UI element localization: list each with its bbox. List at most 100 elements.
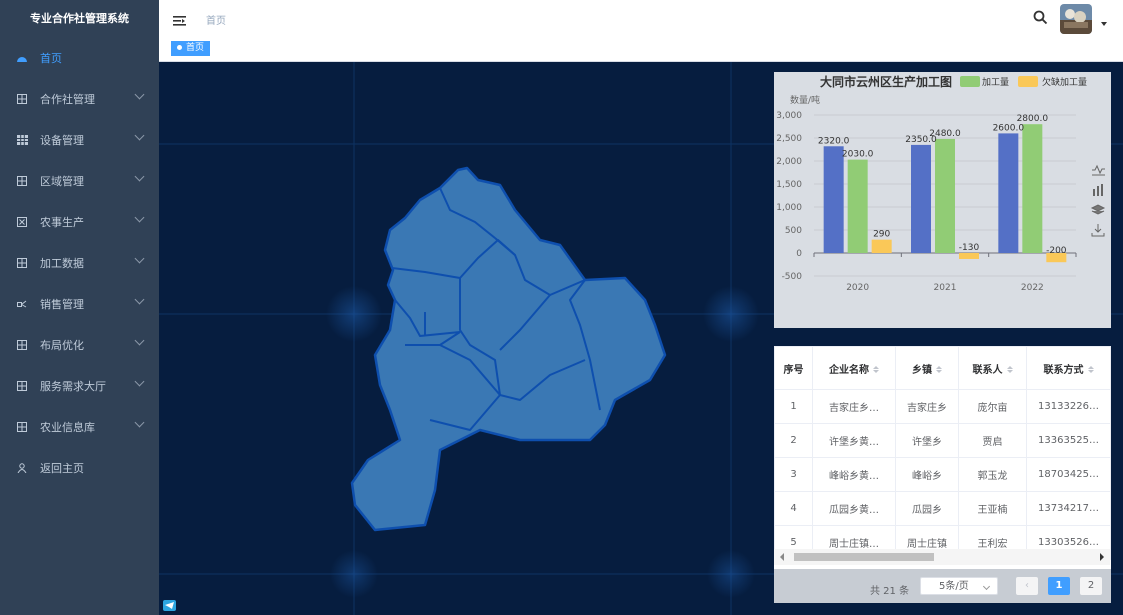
column-header: 序号: [774, 346, 813, 390]
enterprise-table-panel: 序号 企业名称 乡镇 联系人 联系方式 1 吉家庄乡… 吉家庄乡 庞尔亩 13133226… 2 许…: [774, 346, 1111, 603]
grid-icon: [16, 421, 28, 433]
enterprise-table: 序号 企业名称 乡镇 联系人 联系方式 1 吉家庄乡… 吉家庄乡 庞尔亩 13133226… 2 许…: [774, 346, 1111, 560]
table-cell: 峰峪乡: [895, 457, 959, 492]
sort-icon[interactable]: [1006, 366, 1013, 373]
column-header[interactable]: 联系人: [958, 346, 1027, 390]
table-cell: 18703425…: [1026, 457, 1111, 492]
table-row[interactable]: 4 瓜园乡黄… 瓜园乡 王亚楠 13734217…: [774, 491, 1111, 526]
breadcrumb[interactable]: 首页: [206, 12, 226, 27]
sidebar-item-5[interactable]: 加工数据: [0, 242, 159, 283]
bar-1-1[interactable]: [935, 138, 955, 253]
table-row[interactable]: 2 许堡乡黄… 许堡乡 贾启 13363525…: [774, 423, 1111, 458]
sort-icon[interactable]: [873, 366, 879, 373]
sidebar-item-9[interactable]: 农业信息库: [0, 406, 159, 447]
grid-icon: [16, 257, 28, 269]
bar-chart: 大同市云州区生产加工图 加工量 欠缺加工量 数量/吨 -500 0 500 1,000…: [776, 74, 1106, 293]
sidebar: 专业合作社管理系统 首页 合作社管理设备管理区域管理农事生产加工数据销售管理 布局优…: [0, 0, 159, 615]
page-button-1[interactable]: 1: [1048, 577, 1070, 595]
table-row[interactable]: 3 峰峪乡黄… 峰峪乡 郭玉龙 18703425…: [774, 457, 1111, 492]
sidebar-item-label: 加工数据: [40, 256, 84, 270]
tag-home-label: 首页: [186, 43, 205, 53]
tag-home[interactable]: 首页: [171, 41, 211, 56]
column-header-label: 乡镇: [912, 364, 932, 376]
legend-swatch-processing[interactable]: [960, 76, 980, 87]
sort-icon[interactable]: [936, 366, 942, 373]
stack-icon[interactable]: [1090, 204, 1106, 215]
column-header[interactable]: 联系方式: [1026, 346, 1111, 390]
sidebar-item-6[interactable]: 销售管理: [0, 283, 159, 324]
scroll-right-icon[interactable]: [1100, 553, 1104, 561]
sort-icon[interactable]: [1087, 366, 1094, 373]
bar-2-1[interactable]: [959, 253, 979, 259]
column-header-label: 联系方式: [1043, 364, 1084, 376]
sidebar-item-10[interactable]: 返回主页: [0, 447, 159, 488]
tags-view: 首页: [159, 38, 1123, 62]
table-cell: 峰峪乡黄…: [812, 457, 896, 492]
data-label: 2600.0: [993, 123, 1025, 133]
dashboard-icon: [16, 52, 28, 64]
bar-2-0[interactable]: [871, 239, 892, 253]
scrollbar-thumb[interactable]: [794, 553, 934, 561]
sidebar-item-3[interactable]: 区域管理: [0, 160, 159, 201]
scroll-left-icon[interactable]: [780, 553, 784, 561]
bar-1-0[interactable]: [847, 159, 868, 253]
column-header[interactable]: 乡镇: [895, 346, 959, 390]
sidebar-item-label: 设备管理: [40, 133, 84, 147]
bar-0-2[interactable]: [998, 133, 1019, 253]
table-cell: 3: [774, 457, 813, 492]
avatar[interactable]: [1060, 4, 1092, 34]
table-cell: 13363525…: [1026, 423, 1111, 458]
bar-0-0[interactable]: [823, 146, 844, 253]
y-tick-label: 1,500: [776, 180, 802, 190]
prev-page-button[interactable]: ‹: [1016, 577, 1038, 595]
data-label: 2800.0: [1017, 114, 1049, 124]
app-title: 专业合作社管理系统: [30, 12, 129, 25]
user-icon: [16, 462, 28, 474]
table-cell: 贾启: [958, 423, 1027, 458]
grid-icon: [16, 175, 28, 187]
legend-label-shortfall[interactable]: 欠缺加工量: [1042, 76, 1087, 88]
caret-down-icon[interactable]: [1101, 22, 1107, 26]
table-row[interactable]: 1 吉家庄乡… 吉家庄乡 庞尔亩 13133226…: [774, 389, 1111, 424]
download-icon[interactable]: [1091, 224, 1105, 237]
sidebar-item-label: 区域管理: [40, 174, 84, 188]
x-tick-label: 2020: [846, 283, 869, 293]
y-tick-label: 2,500: [776, 134, 802, 144]
sidebar-item-0[interactable]: 首页: [0, 37, 159, 78]
chevron-down-icon: [134, 417, 145, 428]
bar-0-1[interactable]: [911, 144, 931, 253]
bar-chart-icon[interactable]: [1093, 184, 1103, 196]
horizontal-scrollbar[interactable]: [774, 549, 1110, 565]
y-tick-label: 1,000: [776, 203, 802, 213]
table-cell: 许堡乡: [895, 423, 959, 458]
page-button-2[interactable]: 2: [1080, 577, 1102, 595]
table-cell: 2: [774, 423, 813, 458]
legend-swatch-shortfall[interactable]: [1018, 76, 1038, 87]
search-icon[interactable]: [1033, 10, 1048, 29]
bar-1-2[interactable]: [1022, 124, 1043, 253]
sidebar-item-8[interactable]: 服务需求大厅: [0, 365, 159, 406]
table-cell: 吉家庄乡…: [812, 389, 896, 424]
legend-label-processing[interactable]: 加工量: [982, 77, 1009, 88]
line-chart-icon[interactable]: [1092, 164, 1105, 176]
sidebar-item-2[interactable]: 设备管理: [0, 119, 159, 160]
navbar: 首页: [159, 0, 1123, 39]
sidebar-menu: 首页 合作社管理设备管理区域管理农事生产加工数据销售管理 布局优化 服务需求大厅 农业信…: [0, 37, 159, 488]
column-header[interactable]: 企业名称: [812, 346, 896, 390]
column-header-label: 企业名称: [829, 364, 869, 376]
hamburger-icon[interactable]: [173, 12, 186, 31]
pagination-total: 共 21 条: [870, 586, 910, 597]
x-tick-label: 2022: [1021, 283, 1044, 293]
pagination: 共 21 条 5条/页 ‹ 1 2: [774, 569, 1111, 603]
chart-panel: 大同市云州区生产加工图 加工量 欠缺加工量 数量/吨 -500 0 500 1,000…: [774, 72, 1111, 328]
y-tick-label: -500: [782, 272, 803, 282]
page-size-label: 5条/页: [939, 581, 969, 592]
page-size-select[interactable]: 5条/页: [920, 577, 998, 595]
sidebar-item-1[interactable]: 合作社管理: [0, 78, 159, 119]
sidebar-item-7[interactable]: 布局优化: [0, 324, 159, 365]
sidebar-item-4[interactable]: 农事生产: [0, 201, 159, 242]
y-tick-label: 0: [796, 249, 802, 259]
table-cell: 13133226…: [1026, 389, 1111, 424]
chevron-down-icon: [134, 335, 145, 346]
y-tick-label: 3,000: [776, 111, 802, 121]
